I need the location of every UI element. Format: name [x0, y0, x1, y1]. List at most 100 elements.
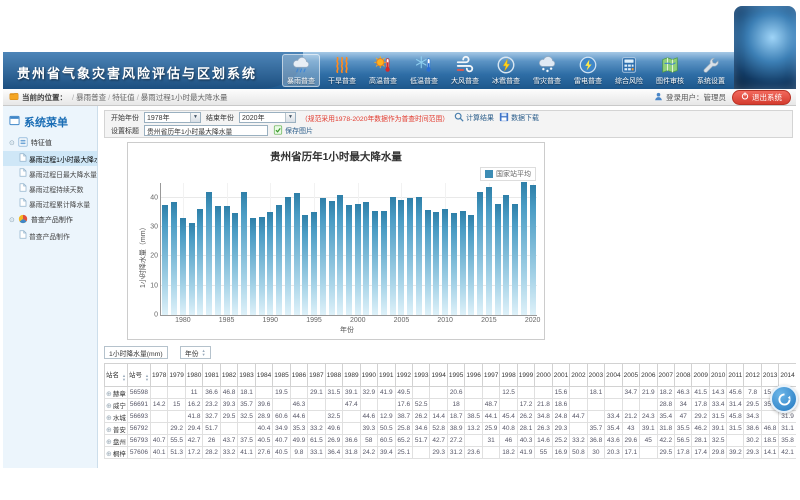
nav-item-rain[interactable]: 暴雨普查	[282, 54, 320, 87]
sidebar-item[interactable]: 普查产品制作	[3, 228, 97, 243]
column-header-year[interactable]: 2007	[657, 364, 674, 387]
column-header-year[interactable]: 2004	[605, 364, 622, 387]
sidebar-item[interactable]: 暴雨过程持续天数	[3, 181, 97, 196]
value-cell: 39.3	[220, 399, 237, 411]
column-header-year[interactable]: 1986	[290, 364, 307, 387]
value-cell: 45.8	[727, 411, 744, 423]
floating-widget-button[interactable]	[770, 385, 798, 413]
value-cell: 35.7	[238, 399, 255, 411]
column-header-year[interactable]: 1997	[482, 364, 499, 387]
column-header-year[interactable]: 2006	[640, 364, 657, 387]
nav-item-snow[interactable]: 雪灾普查	[528, 54, 566, 87]
nav-item-wind[interactable]: 大风普查	[446, 54, 484, 87]
column-header-year[interactable]: 1979	[168, 364, 185, 387]
column-header-year[interactable]: 1989	[343, 364, 360, 387]
nav-item-label: 干旱普查	[328, 76, 356, 86]
logout-button[interactable]: 退出系统	[732, 90, 791, 105]
band-year-label: 年份	[185, 348, 199, 358]
column-header-year[interactable]: 2001	[552, 364, 569, 387]
column-header-year[interactable]: 1995	[447, 364, 464, 387]
top-banner: 贵州省气象灾害风险评估与区划系统 暴雨普查干旱普查高温普查低温普查大风普查冰雹普…	[3, 52, 796, 89]
nav-item-drought[interactable]: 干旱普查	[323, 54, 361, 87]
row-expand-icon[interactable]: ⊕	[106, 391, 112, 398]
column-header-id[interactable]: 站号▲▼	[127, 364, 150, 387]
column-header-year[interactable]: 1985	[273, 364, 290, 387]
column-header-year[interactable]: 1992	[395, 364, 412, 387]
value-cell: 15	[168, 399, 185, 411]
breadcrumb-item[interactable]: 特征值	[112, 93, 135, 102]
value-cell: 26.3	[535, 423, 552, 435]
row-expand-icon[interactable]: ⊕	[106, 403, 112, 410]
row-expand-icon[interactable]: ⊕	[106, 439, 112, 446]
row-expand-icon[interactable]: ⊕	[106, 451, 112, 458]
column-header-year[interactable]: 1994	[430, 364, 447, 387]
start-year-select[interactable]: 1978年 ▼	[144, 112, 201, 123]
column-header-year[interactable]: 2010	[709, 364, 726, 387]
column-header-year[interactable]: 2012	[744, 364, 761, 387]
column-header-name[interactable]: 站名▲▼	[105, 364, 128, 387]
column-header-year[interactable]: 1980	[185, 364, 202, 387]
column-header-year[interactable]: 2005	[622, 364, 639, 387]
column-header-year[interactable]: 1993	[412, 364, 429, 387]
value-cell: 17.6	[395, 399, 412, 411]
nav-item-label: 暴雨普查	[287, 76, 315, 86]
column-header-year[interactable]: 1987	[308, 364, 325, 387]
row-expand-icon[interactable]: ⊕	[106, 415, 112, 422]
nav-item-risk[interactable]: 综合风险	[610, 54, 648, 87]
column-header-year[interactable]: 2013	[761, 364, 778, 387]
value-cell: 38.9	[447, 423, 464, 435]
column-header-year[interactable]: 1983	[238, 364, 255, 387]
column-header-year[interactable]: 1999	[517, 364, 534, 387]
sidebar-group-list[interactable]: ⊙特征值	[3, 134, 97, 151]
column-header-year[interactable]: 2014	[779, 364, 796, 387]
column-header-year[interactable]: 2000	[535, 364, 552, 387]
column-header-year[interactable]: 2011	[727, 364, 744, 387]
nav-item-heat[interactable]: 高温普查	[364, 54, 402, 87]
column-header-year[interactable]: 1996	[465, 364, 482, 387]
column-header-year[interactable]: 1990	[360, 364, 377, 387]
value-cell: 45.6	[727, 387, 744, 399]
chart-title-input[interactable]	[144, 125, 268, 136]
column-header-year[interactable]: 2009	[692, 364, 709, 387]
nav-item-hail[interactable]: 冰雹普查	[487, 54, 525, 87]
column-header-year[interactable]: 1991	[378, 364, 395, 387]
y-axis-tick: 30	[150, 224, 158, 231]
column-header-year[interactable]: 1984	[255, 364, 272, 387]
tree-toggle-icon[interactable]: ⊙	[9, 216, 15, 224]
save-image-button[interactable]: 保存图片	[273, 125, 313, 137]
data-download-button[interactable]: 数据下载	[499, 112, 539, 124]
breadcrumb-item[interactable]: 暴雨过程1小时最大降水量	[141, 93, 228, 102]
value-cell: 44.6	[360, 411, 377, 423]
value-cell: 29.5	[220, 411, 237, 423]
column-header-year[interactable]: 2003	[587, 364, 604, 387]
row-expand-icon[interactable]: ⊕	[106, 427, 112, 434]
sidebar-group-pie[interactable]: ⊙普查产品制作	[3, 211, 97, 228]
legend-swatch	[485, 170, 493, 178]
value-cell: 36.8	[587, 435, 604, 447]
nav-item-map[interactable]: 图件审核	[651, 54, 689, 87]
sidebar-item-label: 暴雨过程累计降水量	[29, 199, 90, 209]
calc-result-button[interactable]: 计算结果	[454, 112, 494, 124]
column-header-year[interactable]: 2008	[675, 364, 692, 387]
end-year-select[interactable]: 2020年 ▼	[239, 112, 296, 123]
column-header-year[interactable]: 1978	[150, 364, 167, 387]
tree-toggle-icon[interactable]: ⊙	[9, 139, 15, 147]
column-header-year[interactable]: 1998	[500, 364, 517, 387]
chart-bar	[162, 205, 168, 315]
table-row: ⊕赫章565981136.646.818.119.529.131.539.132…	[105, 387, 797, 399]
user-label: 登录用户：管理员	[666, 92, 726, 103]
column-header-year[interactable]: 2002	[570, 364, 587, 387]
sidebar-item[interactable]: 暴雨过程累计降水量	[3, 196, 97, 211]
column-header-year[interactable]: 1988	[325, 364, 342, 387]
value-cell: 43.6	[605, 435, 622, 447]
nav-item-settings[interactable]: 系统设置	[692, 54, 730, 87]
sidebar-item[interactable]: 暴雨过程1小时最大降水量	[3, 151, 97, 166]
chart-legend[interactable]: 国家站平均	[480, 167, 536, 181]
sidebar-item[interactable]: 暴雨过程日最大降水量	[3, 166, 97, 181]
band-year-header[interactable]: 年份 ▲▼	[180, 346, 211, 359]
column-header-year[interactable]: 1982	[220, 364, 237, 387]
column-header-year[interactable]: 1981	[203, 364, 220, 387]
nav-item-cold[interactable]: 低温普查	[405, 54, 443, 87]
nav-item-lightning[interactable]: 雷电普查	[569, 54, 607, 87]
breadcrumb-item[interactable]: 暴雨普查	[76, 93, 106, 102]
